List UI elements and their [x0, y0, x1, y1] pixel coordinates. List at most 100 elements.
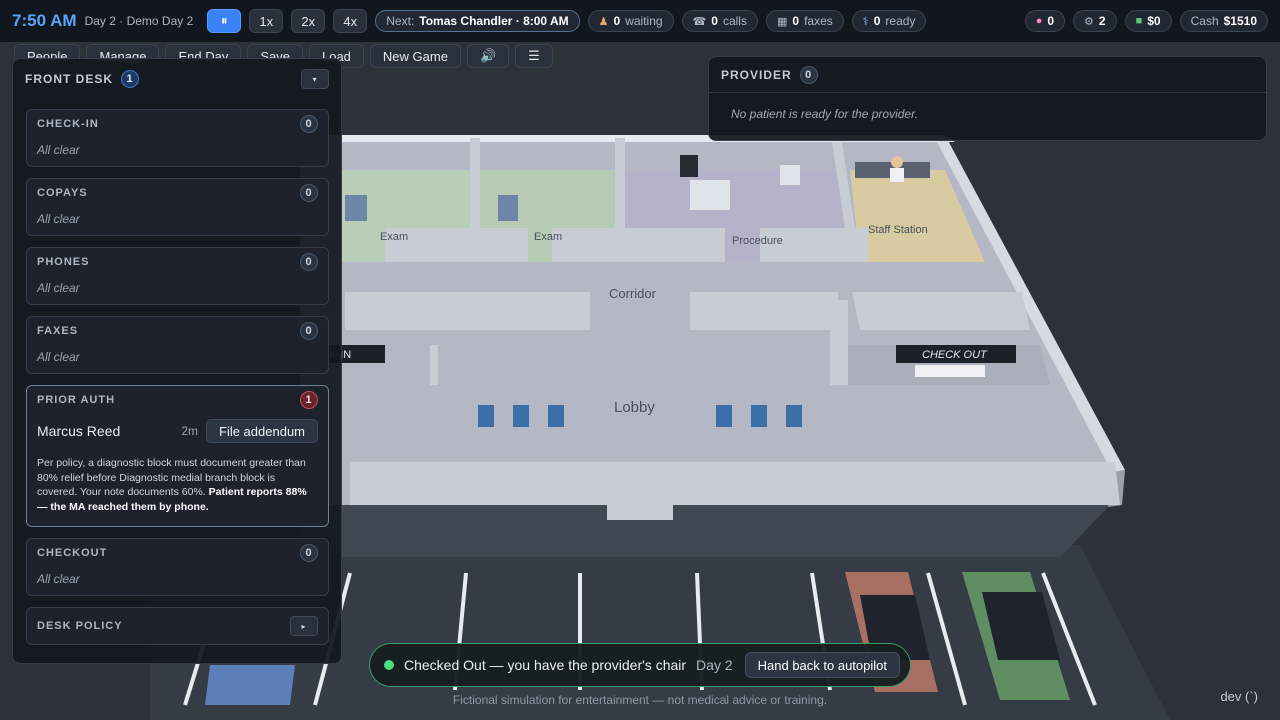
section-check-in[interactable]: CHECK-IN 0 All clear	[26, 109, 329, 167]
menu-button[interactable]: ☰	[515, 44, 553, 68]
exam-room-b-label: Exam	[534, 231, 562, 243]
calls-label: calls	[722, 14, 747, 28]
section-count-badge: 0	[300, 322, 318, 340]
prior-auth-item: Marcus Reed 2m File addendum	[37, 414, 318, 448]
section-title: CHECK-IN	[37, 118, 99, 130]
front-desk-title: FRONT DESK	[25, 72, 113, 86]
provider-title: PROVIDER	[721, 67, 792, 82]
section-empty-text: All clear	[37, 143, 80, 157]
checkout-sign-label: CHECK OUT	[922, 349, 988, 361]
provider-header: PROVIDER 0	[709, 57, 1266, 93]
dev-console-toggle[interactable]: dev (`)	[1220, 689, 1258, 704]
waiting-label: waiting	[625, 14, 663, 28]
exam-room-a-label: Exam	[380, 231, 408, 243]
section-faxes[interactable]: FAXES 0 All clear	[26, 316, 329, 374]
brain-count: 0	[1047, 14, 1055, 28]
provider-panel: PROVIDER 0 No patient is ready for the p…	[708, 56, 1267, 141]
chevron-right-icon: ▸	[301, 621, 307, 631]
prior-auth-note: Per policy, a diagnostic block must docu…	[37, 456, 318, 514]
stethoscope-icon: ⚕	[862, 15, 869, 28]
section-empty-text: All clear	[37, 572, 80, 586]
calls-count: 0	[711, 14, 718, 28]
patient-name: Marcus Reed	[37, 423, 121, 439]
section-title: CHECKOUT	[37, 547, 108, 559]
staff-station-label: Staff Station	[868, 224, 928, 236]
disclaimer: Fictional simulation for entertainment —…	[452, 693, 828, 707]
waiting-pill: ♟ 0 waiting	[587, 10, 674, 32]
cash-value: $1510	[1223, 14, 1257, 28]
section-count-badge: 1	[300, 391, 318, 409]
file-addendum-button[interactable]: File addendum	[206, 419, 318, 443]
section-copays[interactable]: COPAYS 0 All clear	[26, 178, 329, 236]
day-label: Day 2 · Demo Day 2	[84, 14, 194, 28]
section-count-badge: 0	[300, 184, 318, 202]
section-checkout[interactable]: CHECKOUT 0 All clear	[26, 538, 329, 596]
front-desk-count-badge: 1	[121, 70, 139, 88]
pause-icon: ⏸	[221, 13, 228, 28]
pause-button[interactable]: ⏸	[207, 9, 242, 33]
ready-pill: ⚕ 0 ready	[851, 10, 927, 32]
next-patient-value: Tomas Chandler · 8:00 AM	[419, 14, 569, 28]
phone-icon: ☎	[692, 15, 707, 28]
section-desk-policy[interactable]: DESK POLICY ▸	[26, 607, 329, 645]
calls-pill: ☎ 0 calls	[681, 10, 758, 32]
lobby-label: Lobby	[614, 399, 655, 416]
person-icon: ♟	[598, 15, 609, 28]
toast-message: Checked Out — you have the provider's ch…	[404, 657, 687, 673]
faxes-pill: ▦ 0 faxes	[765, 10, 844, 32]
section-prior-auth[interactable]: PRIOR AUTH 1 Marcus Reed 2m File addendum…	[26, 385, 329, 527]
next-patient-pill: Next: Tomas Chandler · 8:00 AM	[375, 10, 580, 32]
speed-2x-button[interactable]: 2x	[291, 9, 326, 33]
money-value: $0	[1147, 14, 1161, 28]
section-phones[interactable]: PHONES 0 All clear	[26, 247, 329, 305]
ready-label: ready	[885, 14, 916, 28]
menu-icon: ☰	[528, 48, 540, 63]
game-clock: 7:50 AM	[12, 11, 77, 30]
section-title: FAXES	[37, 325, 79, 337]
status-toast: Checked Out — you have the provider's ch…	[369, 643, 911, 687]
cash-pill: Cash $1510	[1179, 10, 1268, 32]
provider-count-badge: 0	[799, 65, 818, 84]
money-icon: ■	[1135, 15, 1143, 27]
section-title: DESK POLICY	[37, 620, 123, 632]
new-game-button[interactable]: New Game	[369, 44, 461, 68]
gear-icon: ⚙	[1084, 15, 1094, 28]
procedure-room-label: Procedure	[732, 235, 783, 247]
speed-4x-button[interactable]: 4x	[333, 9, 368, 33]
status-dot-icon	[384, 660, 394, 670]
front-desk-header: FRONT DESK 1 ▾	[25, 59, 329, 99]
building-shadow	[300, 505, 1110, 557]
section-count-badge: 0	[300, 115, 318, 133]
front-desk-panel: FRONT DESK 1 ▾ CHECK-IN 0 All clear COPAY…	[12, 58, 342, 664]
brain-pill: ● 0	[1024, 10, 1066, 32]
speed-1x-button[interactable]: 1x	[249, 9, 284, 33]
gears-pill: ⚙ 2	[1073, 10, 1117, 32]
fax-icon: ▦	[776, 15, 788, 28]
sound-button[interactable]: 🔊	[466, 44, 510, 68]
gears-count: 2	[1098, 14, 1106, 28]
section-count-badge: 0	[300, 253, 318, 271]
toast-day: Day 2	[696, 657, 733, 673]
hand-back-autopilot-button[interactable]: Hand back to autopilot	[744, 652, 900, 678]
wait-time: 2m	[181, 424, 198, 438]
staff-character[interactable]	[890, 156, 904, 182]
section-count-badge: 0	[300, 544, 318, 562]
front-desk-collapse-button[interactable]: ▾	[301, 69, 329, 89]
section-title: PRIOR AUTH	[37, 394, 116, 406]
section-title: PHONES	[37, 256, 90, 268]
section-empty-text: All clear	[37, 281, 80, 295]
next-prefix: Next:	[386, 14, 415, 28]
section-title: COPAYS	[37, 187, 88, 199]
faxes-count: 0	[792, 14, 800, 28]
top-bar: 7:50 AM Day 2 · Demo Day 2 ⏸ 1x 2x 4x Ne…	[0, 0, 1280, 42]
checkout-desk	[915, 365, 985, 377]
faxes-label: faxes	[804, 14, 833, 28]
ready-count: 0	[873, 14, 881, 28]
section-empty-text: All clear	[37, 350, 80, 364]
brain-icon: ●	[1035, 15, 1043, 27]
desk-policy-expand-button[interactable]: ▸	[290, 616, 318, 636]
provider-empty-text: No patient is ready for the provider.	[731, 107, 918, 121]
money-pill: ■ $0	[1124, 10, 1172, 32]
waiting-count: 0	[613, 14, 621, 28]
cash-label: Cash	[1190, 14, 1219, 28]
